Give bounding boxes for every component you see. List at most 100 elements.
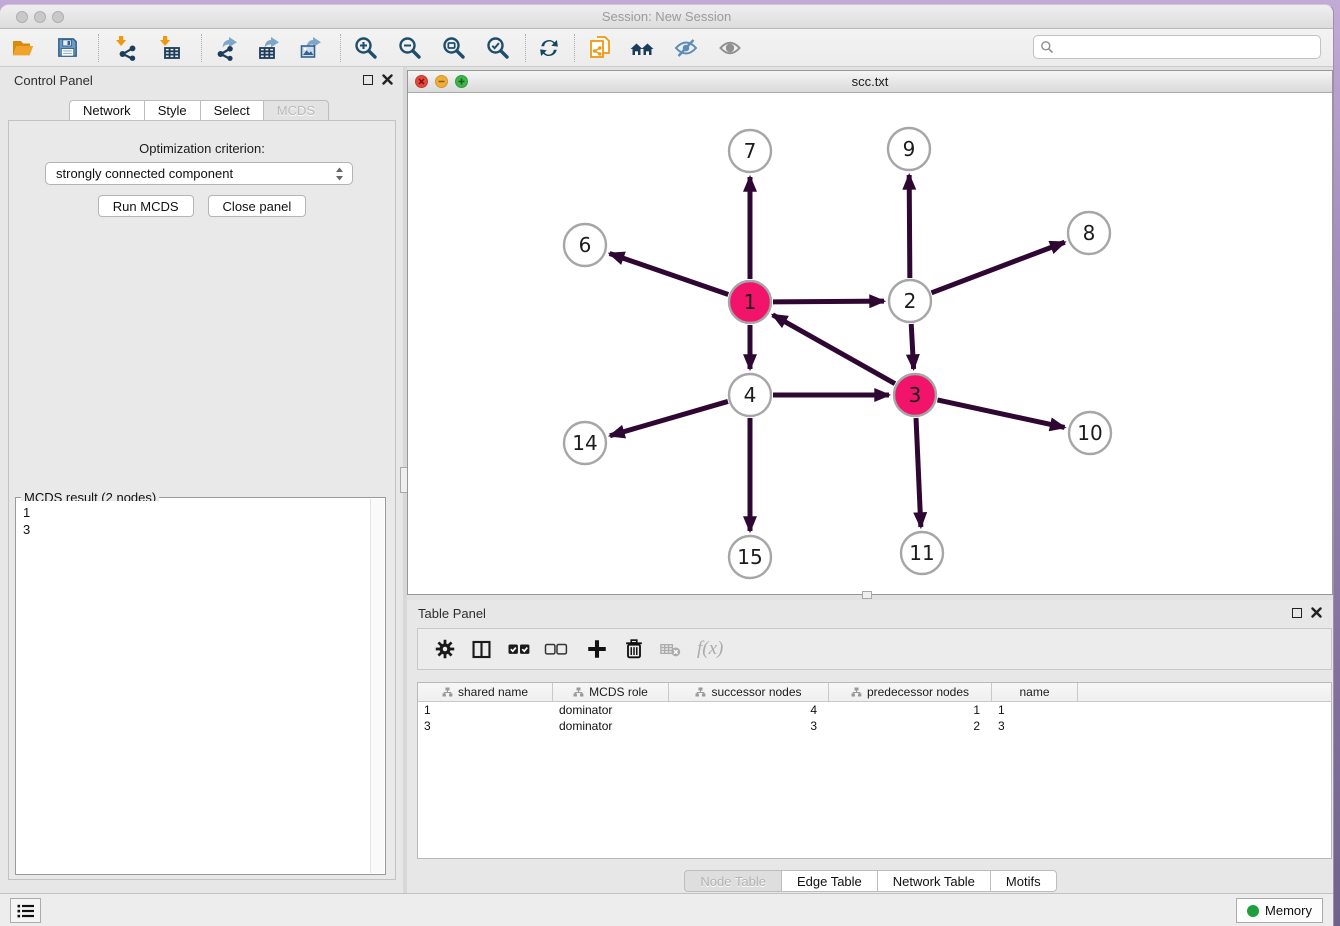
zoom-out-button[interactable] — [395, 33, 425, 63]
criterion-dropdown[interactable]: strongly connected component — [45, 162, 353, 185]
mcds-result-list[interactable]: 1 3 — [17, 501, 369, 873]
close-panel-button[interactable]: Close panel — [208, 195, 307, 217]
graph-node-label-6: 6 — [579, 233, 592, 257]
show-columns-button[interactable] — [463, 632, 500, 666]
cell-successor-nodes[interactable]: 3 — [669, 718, 829, 734]
float-table-panel-icon[interactable] — [1292, 608, 1302, 618]
graph-edge-3-11[interactable] — [916, 418, 921, 527]
eye-icon — [717, 35, 743, 61]
import-network-button[interactable] — [111, 33, 141, 63]
tab-mcds[interactable]: MCDS — [264, 100, 329, 121]
network-canvas[interactable]: 7968124314101511 — [408, 93, 1332, 594]
eye-slash-icon — [673, 35, 699, 61]
tab-style[interactable]: Style — [145, 100, 201, 121]
column-label: MCDS role — [589, 685, 648, 699]
plus-icon — [585, 637, 609, 661]
network-graph: 7968124314101511 — [408, 93, 1332, 594]
zoom-fit-button[interactable] — [439, 33, 469, 63]
table-toolbar: f(x) — [417, 628, 1332, 670]
zoom-selected-icon — [485, 35, 511, 61]
tab-edge-table[interactable]: Edge Table — [782, 870, 878, 892]
cell-name[interactable]: 3 — [992, 718, 1078, 734]
graph-edge-1-6[interactable] — [610, 253, 729, 294]
float-panel-icon[interactable] — [363, 75, 373, 85]
zoom-in-button[interactable] — [351, 33, 381, 63]
column-type-icon — [442, 687, 453, 697]
tab-network-table[interactable]: Network Table — [878, 870, 991, 892]
control-panel-title: Control Panel — [14, 73, 93, 88]
close-table-panel-icon[interactable] — [1311, 607, 1322, 618]
zoom-selected-button[interactable] — [483, 33, 513, 63]
delete-table-button[interactable] — [652, 632, 689, 666]
column-label: successor nodes — [711, 685, 801, 699]
select-all-button[interactable] — [500, 632, 537, 666]
apply-layout-button[interactable] — [534, 33, 564, 63]
search-input[interactable] — [1054, 40, 1320, 54]
cell-shared-name[interactable]: 3 — [418, 718, 553, 734]
mcds-result-group: MCDS result (2 nodes) 1 3 — [15, 497, 386, 875]
cell-MCDS-role[interactable]: dominator — [553, 702, 669, 718]
graph-node-label-3: 3 — [909, 383, 922, 407]
tab-select[interactable]: Select — [201, 100, 264, 121]
table-body: 1dominator4113dominator323 — [418, 702, 1331, 734]
function-builder-button[interactable]: f(x) — [697, 638, 723, 660]
show-all-button[interactable] — [715, 33, 745, 63]
zoom-in-icon — [353, 35, 379, 61]
delete-table-icon — [658, 637, 683, 662]
delete-row-button[interactable] — [615, 632, 652, 666]
open-session-button[interactable] — [8, 33, 38, 63]
save-session-button[interactable] — [52, 33, 82, 63]
import-table-button[interactable] — [155, 33, 185, 63]
optimization-label: Optimization criterion: — [9, 141, 395, 156]
graph-edge-2-3[interactable] — [911, 324, 913, 369]
memory-button[interactable]: Memory — [1236, 898, 1323, 923]
export-network-button[interactable] — [212, 33, 242, 63]
tab-node-table[interactable]: Node Table — [684, 870, 782, 892]
run-mcds-button[interactable]: Run MCDS — [98, 195, 194, 217]
add-row-button[interactable] — [578, 632, 615, 666]
search-field[interactable] — [1033, 35, 1321, 59]
homes-icon — [629, 35, 656, 61]
close-panel-icon[interactable] — [382, 74, 393, 85]
deselect-all-button[interactable] — [537, 632, 574, 666]
hide-selected-button[interactable] — [671, 33, 701, 63]
tab-network[interactable]: Network — [69, 100, 145, 121]
gear-icon — [433, 637, 457, 661]
clone-network-button[interactable] — [585, 33, 615, 63]
result-scrollbar[interactable] — [370, 499, 384, 873]
cell-predecessor-nodes[interactable]: 2 — [829, 718, 992, 734]
graph-edge-3-10[interactable] — [937, 400, 1064, 428]
graph-edge-4-14[interactable] — [610, 401, 728, 435]
column-header-predecessor-nodes[interactable]: predecessor nodes — [829, 683, 992, 701]
export-image-button[interactable] — [296, 33, 326, 63]
cell-name[interactable]: 1 — [992, 702, 1078, 718]
column-header-name[interactable]: name — [992, 683, 1078, 701]
criterion-value: strongly connected component — [56, 166, 335, 181]
tab-motifs[interactable]: Motifs — [991, 870, 1057, 892]
first-neighbors-button[interactable] — [627, 33, 657, 63]
cell-predecessor-nodes[interactable]: 1 — [829, 702, 992, 718]
graph-edge-1-2[interactable] — [773, 301, 884, 302]
horizontal-splitter-handle[interactable] — [862, 591, 872, 599]
graph-edge-3-1[interactable] — [773, 315, 895, 384]
cell-MCDS-role[interactable]: dominator — [553, 718, 669, 734]
graph-edge-2-8[interactable] — [932, 242, 1065, 293]
table-row[interactable]: 3dominator323 — [418, 718, 1331, 734]
column-settings-button[interactable] — [426, 632, 463, 666]
chevron-updown-icon — [335, 167, 344, 181]
export-table-button[interactable] — [254, 33, 284, 63]
open-folder-icon — [10, 35, 36, 61]
graph-node-label-14: 14 — [572, 431, 597, 455]
column-header-MCDS-role[interactable]: MCDS role — [553, 683, 669, 701]
cell-successor-nodes[interactable]: 4 — [669, 702, 829, 718]
column-header-successor-nodes[interactable]: successor nodes — [669, 683, 829, 701]
cell-shared-name[interactable]: 1 — [418, 702, 553, 718]
list-icon — [17, 903, 35, 919]
graph-edge-2-9[interactable] — [909, 175, 910, 278]
table-row[interactable]: 1dominator411 — [418, 702, 1331, 718]
column-header-shared-name[interactable]: shared name — [418, 683, 553, 701]
save-floppy-icon — [55, 35, 80, 60]
graph-node-label-1: 1 — [744, 290, 757, 314]
graph-node-label-10: 10 — [1077, 421, 1102, 445]
task-history-button[interactable] — [10, 898, 41, 923]
